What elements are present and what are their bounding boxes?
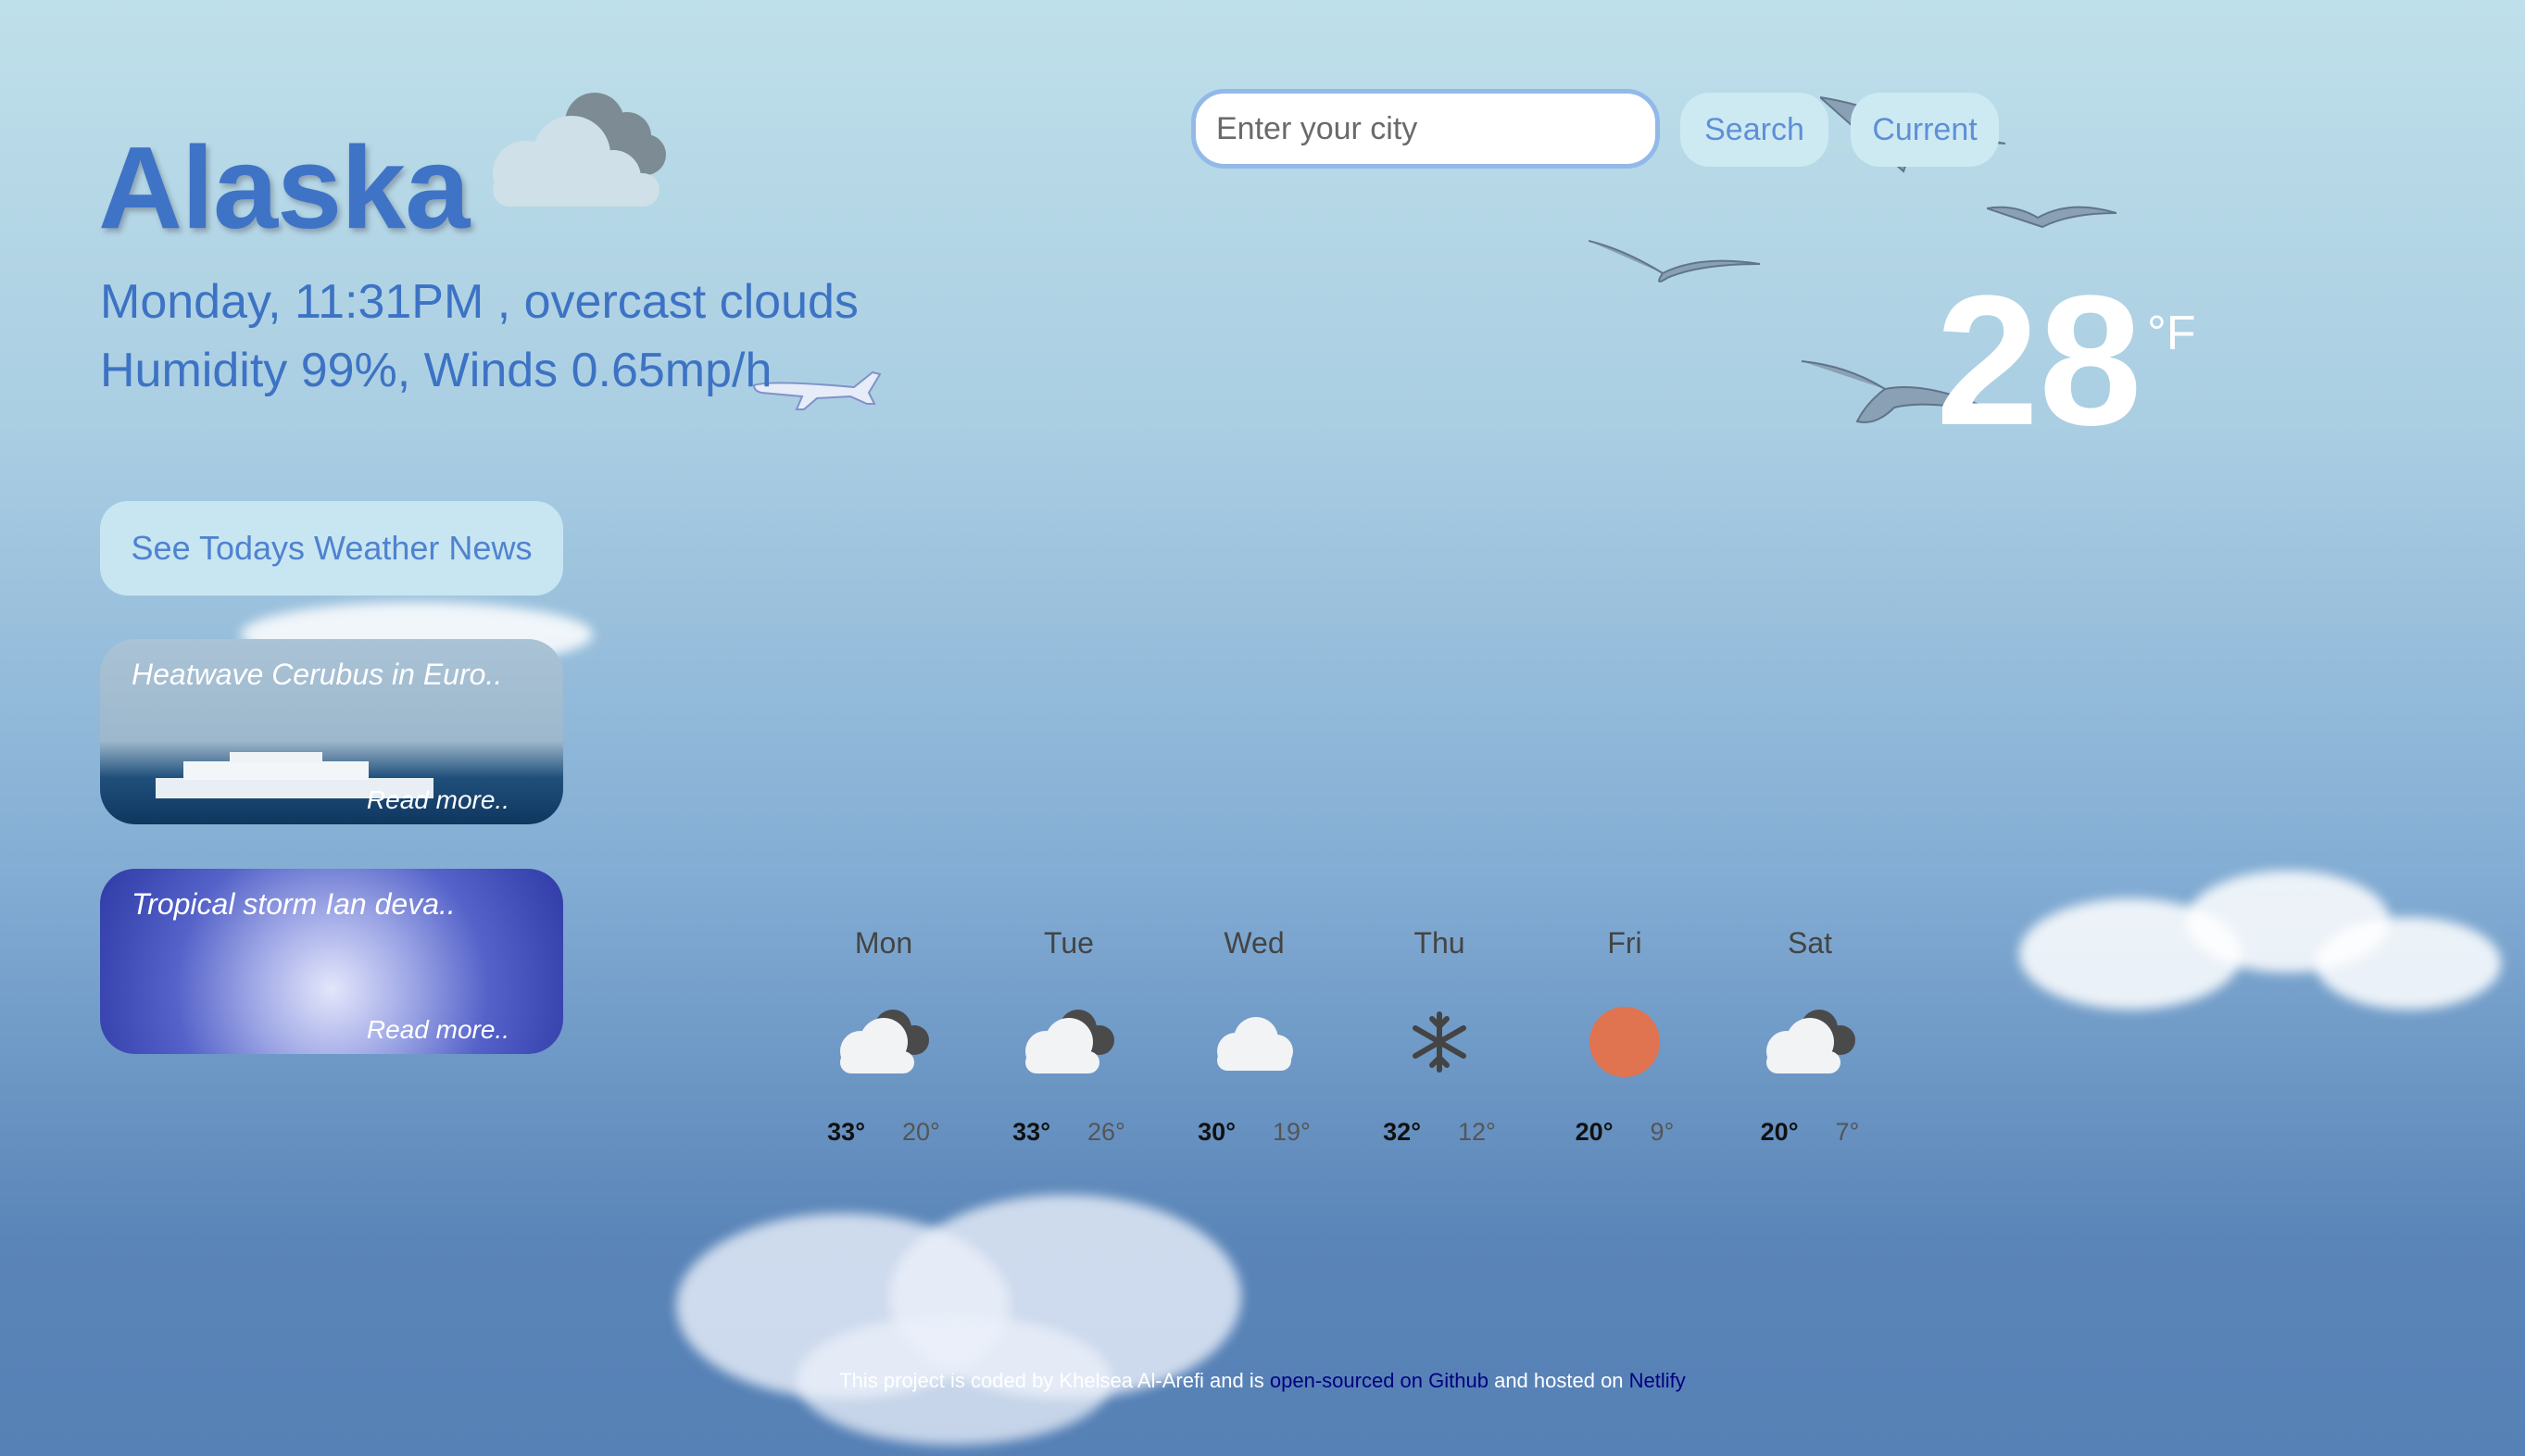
cloud-icon: [1175, 996, 1333, 1088]
read-more-link[interactable]: Read more..: [367, 785, 509, 815]
min-temp: 19°: [1273, 1118, 1311, 1146]
min-temp: 9°: [1650, 1118, 1675, 1146]
forecast-day: Fri 20° 9°: [1546, 926, 1703, 1147]
current-location-button[interactable]: Current: [1851, 93, 1999, 167]
max-temp: 20°: [1760, 1118, 1799, 1146]
day-name: Fri: [1607, 926, 1642, 960]
search-button[interactable]: Search: [1680, 93, 1828, 167]
max-temp: 30°: [1198, 1118, 1236, 1146]
news-card[interactable]: Heatwave Cerubus in Euro.. Read more..: [100, 639, 563, 824]
city-name: Alaska: [98, 122, 470, 253]
seagull-icon: [1589, 240, 1760, 282]
temperature-unit[interactable]: °F: [2147, 306, 2196, 361]
humidity-winds: Humidity 99%, Winds 0.65mp/h: [100, 344, 773, 397]
cloudy-icon: [990, 996, 1148, 1088]
forecast-day: Mon 33° 20°: [805, 926, 962, 1147]
forecast-day: Wed 30° 19°: [1175, 926, 1333, 1147]
day-name: Tue: [1044, 926, 1094, 960]
overcast-cloud-icon: [493, 93, 666, 207]
footer-text: and hosted on: [1494, 1369, 1624, 1392]
day-name: Mon: [854, 926, 913, 960]
forecast-day: Tue 33° 26°: [990, 926, 1148, 1147]
min-temp: 20°: [902, 1118, 940, 1146]
snowflake-icon: [1361, 996, 1518, 1088]
read-more-link[interactable]: Read more..: [367, 1015, 509, 1045]
netlify-link[interactable]: Netlify: [1629, 1369, 1686, 1392]
sun-icon: [1546, 996, 1703, 1088]
max-temp: 33°: [827, 1118, 865, 1146]
day-name: Sat: [1787, 926, 1833, 960]
github-link[interactable]: open-sourced on Github: [1270, 1369, 1489, 1392]
weather-news-button[interactable]: See Todays Weather News: [100, 501, 563, 596]
date-time-description: Monday, 11:31PM , overcast clouds: [100, 275, 859, 329]
day-name: Thu: [1413, 926, 1465, 960]
news-title: Tropical storm Ian deva..: [132, 887, 456, 921]
background-cloud: [667, 1176, 1297, 1445]
max-temp: 32°: [1383, 1118, 1421, 1146]
background-cloud: [2001, 861, 2519, 1028]
min-temp: 12°: [1458, 1118, 1496, 1146]
max-temp: 20°: [1575, 1118, 1614, 1146]
min-temp: 26°: [1087, 1118, 1125, 1146]
cloudy-icon: [1731, 996, 1889, 1088]
forecast-day: Sat 20° 7°: [1731, 926, 1889, 1147]
news-title: Heatwave Cerubus in Euro..: [132, 658, 503, 691]
forecast-day: Thu 32° 12°: [1361, 926, 1518, 1147]
news-card[interactable]: Tropical storm Ian deva.. Read more..: [100, 869, 563, 1054]
footer-text: This project is coded by Khelsea Al-Aref…: [839, 1369, 1264, 1392]
cloudy-icon: [805, 996, 962, 1088]
min-temp: 7°: [1835, 1118, 1860, 1146]
seagull-icon: [1987, 206, 2117, 229]
search-input[interactable]: [1191, 89, 1660, 169]
day-name: Wed: [1224, 926, 1285, 960]
current-temperature: 28: [1936, 257, 2142, 464]
footer: This project is coded by Khelsea Al-Aref…: [0, 1369, 2525, 1393]
max-temp: 33°: [1012, 1118, 1050, 1146]
